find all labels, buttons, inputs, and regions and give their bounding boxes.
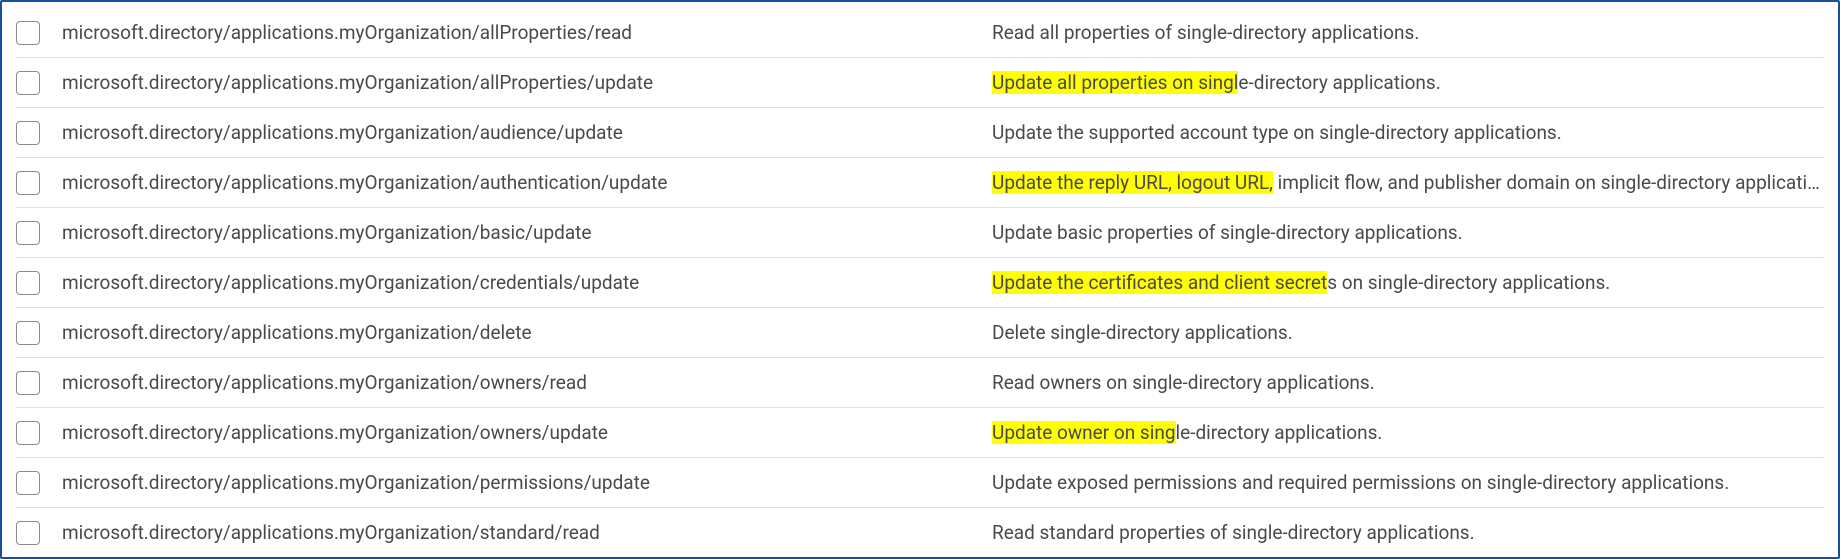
row-checkbox[interactable]	[16, 471, 40, 495]
table-row: microsoft.directory/applications.myOrgan…	[16, 208, 1824, 258]
row-checkbox[interactable]	[16, 171, 40, 195]
permission-name: microsoft.directory/applications.myOrgan…	[62, 71, 992, 94]
highlight-mark: Update all properties on singl	[992, 71, 1238, 94]
permissions-table: microsoft.directory/applications.myOrgan…	[0, 0, 1840, 559]
highlight-mark: Update the certificates and client secre…	[992, 271, 1327, 294]
permission-description: Read all properties of single-directory …	[992, 21, 1824, 44]
checkbox-cell	[16, 21, 62, 45]
checkbox-cell	[16, 421, 62, 445]
permission-name: microsoft.directory/applications.myOrgan…	[62, 471, 992, 494]
permission-description: Update all properties on single-director…	[992, 71, 1824, 94]
table-row: microsoft.directory/applications.myOrgan…	[16, 408, 1824, 458]
row-checkbox[interactable]	[16, 521, 40, 545]
checkbox-cell	[16, 321, 62, 345]
row-checkbox[interactable]	[16, 421, 40, 445]
checkbox-cell	[16, 71, 62, 95]
permission-name: microsoft.directory/applications.myOrgan…	[62, 171, 992, 194]
table-row: microsoft.directory/applications.myOrgan…	[16, 108, 1824, 158]
table-row: microsoft.directory/applications.myOrgan…	[16, 158, 1824, 208]
checkbox-cell	[16, 471, 62, 495]
permission-description: Read owners on single-directory applicat…	[992, 371, 1824, 394]
permission-description: Delete single-directory applications.	[992, 321, 1824, 344]
permission-description: Read standard properties of single-direc…	[992, 521, 1824, 544]
permission-description: Update the supported account type on sin…	[992, 121, 1824, 144]
checkbox-cell	[16, 121, 62, 145]
permission-name: microsoft.directory/applications.myOrgan…	[62, 521, 992, 544]
row-checkbox[interactable]	[16, 121, 40, 145]
row-checkbox[interactable]	[16, 21, 40, 45]
checkbox-cell	[16, 521, 62, 545]
permission-name: microsoft.directory/applications.myOrgan…	[62, 371, 992, 394]
permission-name: microsoft.directory/applications.myOrgan…	[62, 421, 992, 444]
row-checkbox[interactable]	[16, 321, 40, 345]
checkbox-cell	[16, 271, 62, 295]
permission-name: microsoft.directory/applications.myOrgan…	[62, 121, 992, 144]
permission-name: microsoft.directory/applications.myOrgan…	[62, 221, 992, 244]
table-row: microsoft.directory/applications.myOrgan…	[16, 508, 1824, 557]
checkbox-cell	[16, 171, 62, 195]
permission-description: Update the reply URL, logout URL, implic…	[992, 171, 1824, 194]
row-checkbox[interactable]	[16, 71, 40, 95]
permission-description: Update owner on single-directory applica…	[992, 421, 1824, 444]
table-row: microsoft.directory/applications.myOrgan…	[16, 358, 1824, 408]
highlight-mark: Update owner on sing	[992, 421, 1176, 444]
table-row: microsoft.directory/applications.myOrgan…	[16, 258, 1824, 308]
table-row: microsoft.directory/applications.myOrgan…	[16, 8, 1824, 58]
permission-name: microsoft.directory/applications.myOrgan…	[62, 271, 992, 294]
checkbox-cell	[16, 371, 62, 395]
permission-name: microsoft.directory/applications.myOrgan…	[62, 21, 992, 44]
row-checkbox[interactable]	[16, 371, 40, 395]
checkbox-cell	[16, 221, 62, 245]
row-checkbox[interactable]	[16, 221, 40, 245]
table-row: microsoft.directory/applications.myOrgan…	[16, 308, 1824, 358]
highlight-mark: Update the reply URL, logout URL,	[992, 171, 1273, 194]
table-row: microsoft.directory/applications.myOrgan…	[16, 458, 1824, 508]
row-checkbox[interactable]	[16, 271, 40, 295]
permission-description: Update the certificates and client secre…	[992, 271, 1824, 294]
table-row: microsoft.directory/applications.myOrgan…	[16, 58, 1824, 108]
permission-description: Update exposed permissions and required …	[992, 471, 1824, 494]
permission-name: microsoft.directory/applications.myOrgan…	[62, 321, 992, 344]
permission-description: Update basic properties of single-direct…	[992, 221, 1824, 244]
